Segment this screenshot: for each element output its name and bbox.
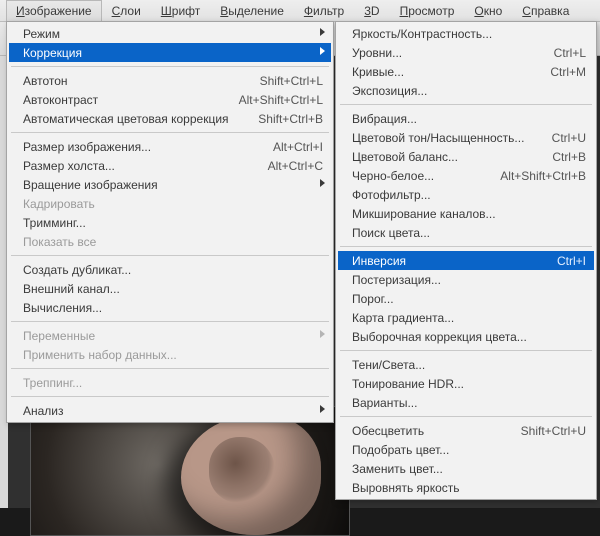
menu-item-duplicate[interactable]: Создать дубликат... — [9, 260, 331, 279]
menu-item-calculations[interactable]: Вычисления... — [9, 298, 331, 317]
menu-view[interactable]: Просмотр — [390, 0, 465, 21]
document-image[interactable] — [30, 406, 350, 536]
sub-item-color-balance[interactable]: Цветовой баланс...Ctrl+B — [338, 147, 594, 166]
sub-item-selective-color[interactable]: Выборочная коррекция цвета... — [338, 327, 594, 346]
sub-item-replace-color[interactable]: Заменить цвет... — [338, 459, 594, 478]
menu-divider — [11, 132, 329, 133]
sub-item-brightness-contrast[interactable]: Яркость/Контрастность... — [338, 24, 594, 43]
sub-item-color-lookup[interactable]: Поиск цвета... — [338, 223, 594, 242]
submenu-arrow-icon — [320, 28, 325, 36]
menu-item-image-rotation[interactable]: Вращение изображения — [9, 175, 331, 194]
sub-item-equalize[interactable]: Выровнять яркость — [338, 478, 594, 497]
ear-shape — [181, 415, 321, 535]
menu-divider — [11, 368, 329, 369]
sub-item-hue-saturation[interactable]: Цветовой тон/Насыщенность...Ctrl+U — [338, 128, 594, 147]
sub-item-levels[interactable]: Уровни...Ctrl+L — [338, 43, 594, 62]
submenu-arrow-icon — [320, 47, 325, 55]
menu-item-autocontrast[interactable]: АвтоконтрастAlt+Shift+Ctrl+L — [9, 90, 331, 109]
sub-item-match-color[interactable]: Подобрать цвет... — [338, 440, 594, 459]
sub-item-shadows-highlights[interactable]: Тени/Света... — [338, 355, 594, 374]
sub-item-vibrance[interactable]: Вибрация... — [338, 109, 594, 128]
menu-item-autocolor[interactable]: Автоматическая цветовая коррекцияShift+C… — [9, 109, 331, 128]
sub-item-threshold[interactable]: Порог... — [338, 289, 594, 308]
menu-divider — [340, 246, 592, 247]
menu-divider — [11, 321, 329, 322]
menubar: Изображение Слои Шрифт Выделение Фильтр … — [0, 0, 600, 22]
sub-item-black-white[interactable]: Черно-белое...Alt+Shift+Ctrl+B — [338, 166, 594, 185]
menu-divider — [11, 66, 329, 67]
sub-item-exposure[interactable]: Экспозиция... — [338, 81, 594, 100]
menu-divider — [340, 416, 592, 417]
menu-item-trim[interactable]: Тримминг... — [9, 213, 331, 232]
menu-layers[interactable]: Слои — [102, 0, 151, 21]
sub-item-invert[interactable]: ИнверсияCtrl+I — [338, 251, 594, 270]
sub-item-channel-mixer[interactable]: Микширование каналов... — [338, 204, 594, 223]
menu-image[interactable]: Изображение — [6, 0, 102, 21]
menu-item-mode[interactable]: Режим — [9, 24, 331, 43]
submenu-arrow-icon — [320, 330, 325, 338]
menu-item-apply-dataset[interactable]: Применить набор данных... — [9, 345, 331, 364]
sub-item-variations[interactable]: Варианты... — [338, 393, 594, 412]
menu-3d[interactable]: 3D — [354, 0, 389, 21]
image-menu-dropdown: Режим Коррекция АвтотонShift+Ctrl+L Авто… — [6, 21, 334, 423]
menu-item-analysis[interactable]: Анализ — [9, 401, 331, 420]
submenu-arrow-icon — [320, 179, 325, 187]
menu-help[interactable]: Справка — [512, 0, 579, 21]
sub-item-desaturate[interactable]: ОбесцветитьShift+Ctrl+U — [338, 421, 594, 440]
sub-item-gradient-map[interactable]: Карта градиента... — [338, 308, 594, 327]
sub-item-curves[interactable]: Кривые...Ctrl+M — [338, 62, 594, 81]
menu-item-trapping[interactable]: Треппинг... — [9, 373, 331, 392]
menu-item-autotone[interactable]: АвтотонShift+Ctrl+L — [9, 71, 331, 90]
menu-item-apply-image[interactable]: Внешний канал... — [9, 279, 331, 298]
submenu-arrow-icon — [320, 405, 325, 413]
sub-item-photo-filter[interactable]: Фотофильтр... — [338, 185, 594, 204]
menu-filter[interactable]: Фильтр — [294, 0, 354, 21]
adjustments-submenu: Яркость/Контрастность... Уровни...Ctrl+L… — [335, 21, 597, 500]
menu-item-image-size[interactable]: Размер изображения...Alt+Ctrl+I — [9, 137, 331, 156]
menu-divider — [11, 255, 329, 256]
menu-type[interactable]: Шрифт — [151, 0, 210, 21]
menu-divider — [11, 396, 329, 397]
menu-select[interactable]: Выделение — [210, 0, 294, 21]
menu-item-adjustments[interactable]: Коррекция — [9, 43, 331, 62]
menu-divider — [340, 104, 592, 105]
menu-item-crop[interactable]: Кадрировать — [9, 194, 331, 213]
sub-item-posterize[interactable]: Постеризация... — [338, 270, 594, 289]
sub-item-hdr-toning[interactable]: Тонирование HDR... — [338, 374, 594, 393]
menu-window[interactable]: Окно — [464, 0, 512, 21]
menu-item-canvas-size[interactable]: Размер холста...Alt+Ctrl+C — [9, 156, 331, 175]
menu-item-variables[interactable]: Переменные — [9, 326, 331, 345]
menu-item-reveal-all[interactable]: Показать все — [9, 232, 331, 251]
menu-divider — [340, 350, 592, 351]
